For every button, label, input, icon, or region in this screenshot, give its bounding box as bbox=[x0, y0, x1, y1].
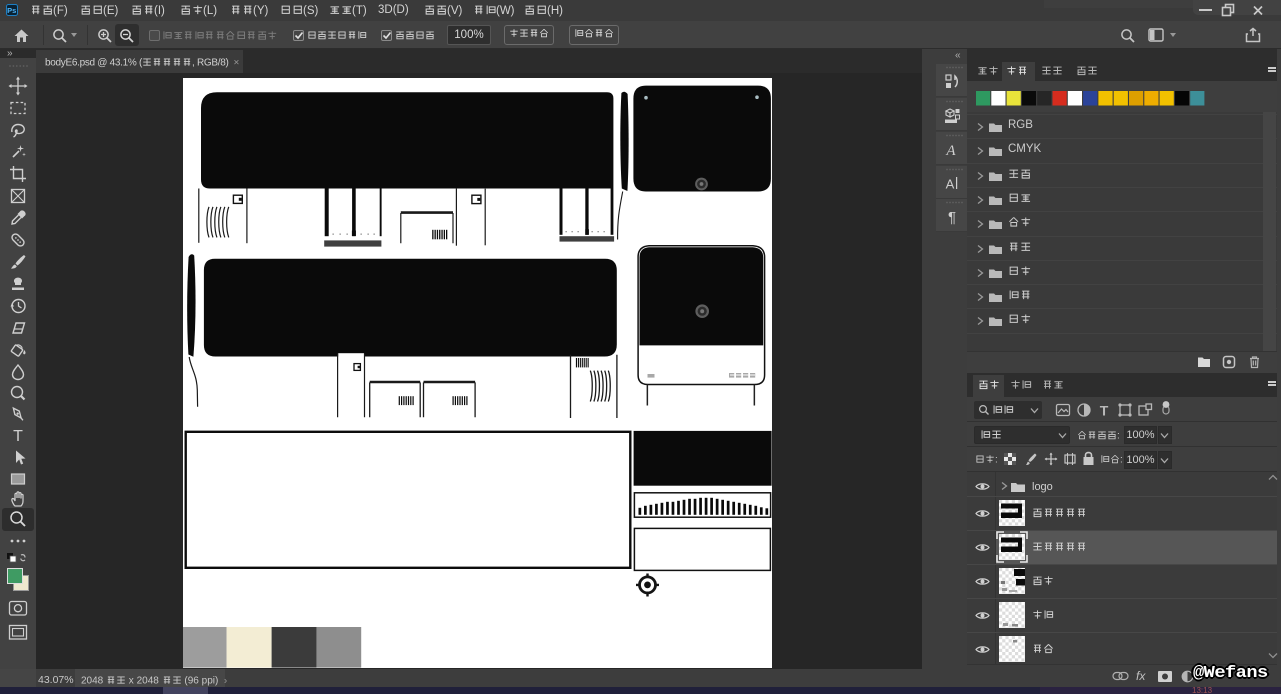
svg-text:A: A bbox=[946, 177, 955, 192]
svg-text:A: A bbox=[945, 143, 956, 159]
svg-text:T: T bbox=[1100, 403, 1109, 419]
svg-text:T: T bbox=[13, 428, 23, 445]
svg-text:¶: ¶ bbox=[948, 209, 956, 226]
